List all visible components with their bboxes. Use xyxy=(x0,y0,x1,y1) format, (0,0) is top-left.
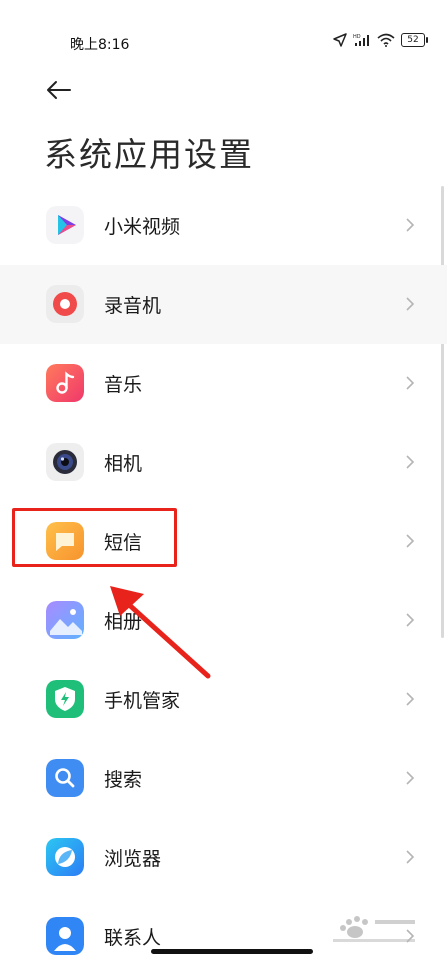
browser-icon xyxy=(46,838,84,876)
music-icon xyxy=(46,364,84,402)
chevron-right-icon xyxy=(406,613,415,627)
app-label: 音乐 xyxy=(104,374,143,396)
list-item-gallery[interactable]: 相册 xyxy=(0,581,447,660)
app-label: 浏览器 xyxy=(104,848,162,870)
app-label: 相机 xyxy=(104,453,143,475)
list-item-search[interactable]: 搜索 xyxy=(0,739,447,818)
page-title: 系统应用设置 xyxy=(44,135,254,174)
chevron-right-icon xyxy=(406,692,415,706)
battery-icon: 52 xyxy=(401,33,428,47)
wifi-icon xyxy=(377,33,395,47)
status-icons: HD 52 xyxy=(333,33,428,47)
app-label: 搜索 xyxy=(104,769,143,791)
chevron-right-icon xyxy=(406,534,415,548)
back-button[interactable] xyxy=(44,78,74,102)
annotation-arrow-icon xyxy=(110,586,211,679)
app-label: 手机管家 xyxy=(104,690,181,712)
search-icon xyxy=(46,759,84,797)
mi-video-icon xyxy=(46,206,84,244)
gallery-icon xyxy=(46,601,84,639)
status-time: 晚上8:16 xyxy=(70,37,130,53)
list-item-browser[interactable]: 浏览器 xyxy=(0,818,447,897)
svg-text:HD: HD xyxy=(353,34,361,40)
highlight-box xyxy=(12,508,177,567)
camera-icon xyxy=(46,443,84,481)
navigation-arrow-icon xyxy=(333,33,347,47)
chevron-right-icon xyxy=(406,771,415,785)
app-label: 录音机 xyxy=(104,295,162,317)
list-item-music[interactable]: 音乐 xyxy=(0,344,447,423)
app-label: 小米视频 xyxy=(104,216,181,238)
chevron-right-icon xyxy=(406,297,415,311)
app-list: 小米视频 录音机 音乐 相机 短信 相册 手机管家 搜索 浏览器 联系人 xyxy=(0,186,447,976)
chevron-right-icon xyxy=(406,850,415,864)
list-item-security[interactable]: 手机管家 xyxy=(0,660,447,739)
recorder-icon xyxy=(46,285,84,323)
home-indicator[interactable] xyxy=(151,949,313,954)
chevron-right-icon xyxy=(406,376,415,390)
app-label: 联系人 xyxy=(104,927,162,949)
baidu-watermark-icon xyxy=(333,916,415,942)
list-item-camera[interactable]: 相机 xyxy=(0,423,447,502)
contacts-icon xyxy=(46,917,84,955)
back-arrow-icon xyxy=(47,81,71,99)
status-bar: 晚上8:16 HD 52 xyxy=(0,0,447,84)
list-item-mi-video[interactable]: 小米视频 xyxy=(0,186,447,265)
hd-signal-icon: HD xyxy=(353,33,371,47)
list-item-recorder[interactable]: 录音机 xyxy=(0,265,447,344)
chevron-right-icon xyxy=(406,455,415,469)
shield-icon xyxy=(46,680,84,718)
chevron-right-icon xyxy=(406,218,415,232)
